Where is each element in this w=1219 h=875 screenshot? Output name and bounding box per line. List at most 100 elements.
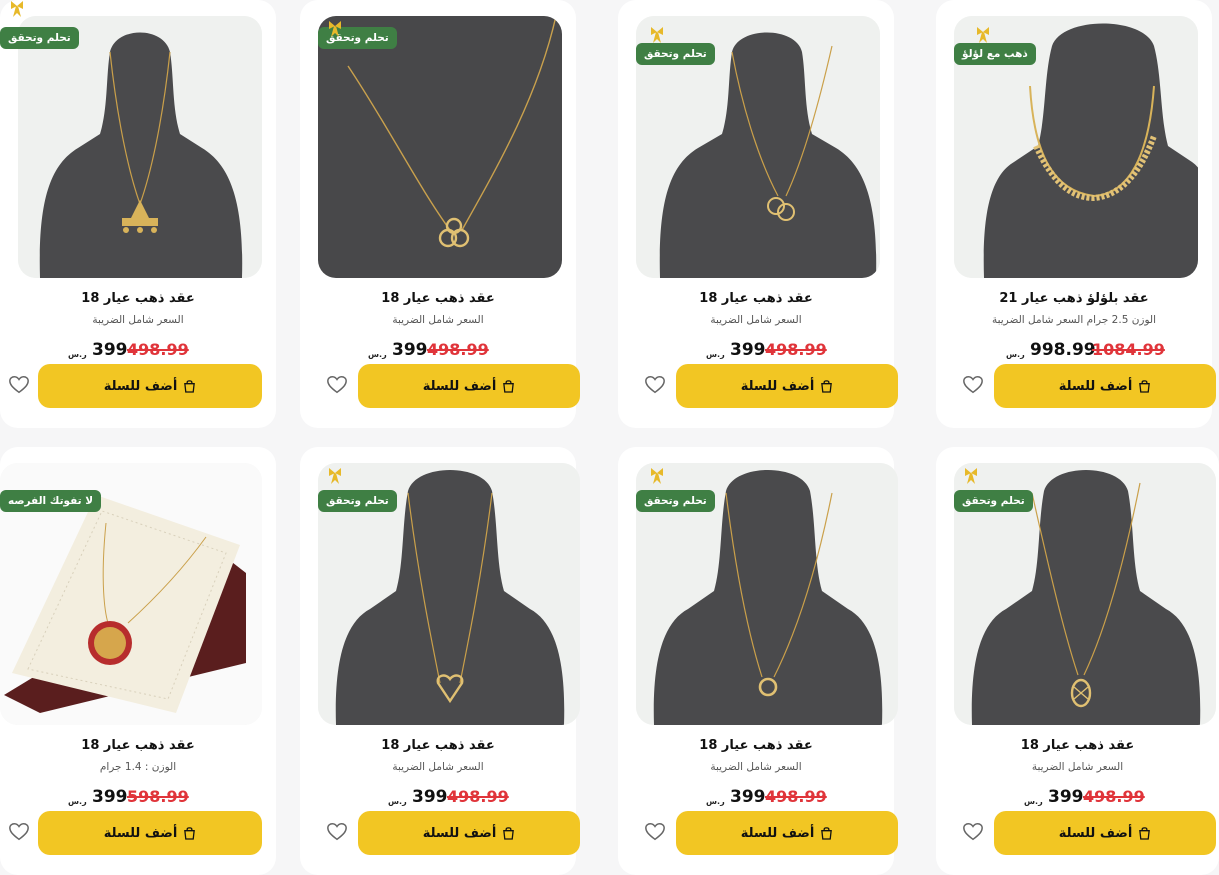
bow-icon	[651, 27, 663, 43]
sale-price: 399	[92, 787, 128, 807]
product-grid: تحلم وتحقق عقد ذهب عيار 18 السعر شامل ال…	[0, 0, 1219, 875]
original-price: 498.99	[765, 787, 827, 806]
heart-icon[interactable]	[8, 374, 30, 396]
currency-label: ر.س	[388, 797, 407, 806]
original-price: 498.99	[1083, 787, 1145, 806]
sale-price: 399	[392, 340, 428, 360]
price-row: ر.س 399 498.99	[618, 340, 894, 364]
promo-badge: تحلم وتحقق	[954, 490, 1033, 512]
product-card[interactable]: تحلم وتحقق عقد ذهب عيار 18 السعر شامل ال…	[0, 0, 276, 428]
bag-icon	[821, 827, 833, 840]
bag-icon	[184, 827, 196, 840]
price-row: ر.س 998.99 1084.99	[936, 340, 1212, 364]
add-to-cart-button[interactable]: أضف للسلة	[358, 811, 580, 855]
add-to-cart-label: أضف للسلة	[422, 378, 497, 394]
currency-label: ر.س	[68, 350, 87, 359]
product-card[interactable]: تحلم وتحقق عقد ذهب عيار 18 السعر شامل ال…	[936, 447, 1219, 875]
add-to-cart-button[interactable]: أضف للسلة	[676, 364, 898, 408]
add-to-cart-label: أضف للسلة	[103, 378, 178, 394]
add-to-cart-button[interactable]: أضف للسلة	[676, 811, 898, 855]
currency-label: ر.س	[706, 797, 725, 806]
add-to-cart-button[interactable]: أضف للسلة	[358, 364, 580, 408]
product-card[interactable]: تحلم وتحقق عقد ذهب عيار 18 السعر شامل ال…	[618, 447, 898, 875]
promo-badge: تحلم وتحقق	[318, 490, 397, 512]
original-price: 498.99	[765, 340, 827, 359]
heart-icon[interactable]	[962, 821, 984, 843]
promo-badge: تحلم وتحقق	[0, 27, 79, 49]
promo-badge: ذهب مع لؤلؤ	[954, 43, 1036, 65]
product-subtitle: السعر شامل الضريبة	[92, 314, 184, 326]
heart-icon[interactable]	[8, 821, 30, 843]
original-price: 498.99	[127, 340, 189, 359]
promo-badge: تحلم وتحقق	[636, 490, 715, 512]
product-card[interactable]: ذهب مع لؤلؤ عقد بلؤلؤ ذهب عيار 21 الوزن …	[936, 0, 1216, 428]
add-to-cart-label: أضف للسلة	[740, 378, 815, 394]
promo-badge: تحلم وتحقق	[636, 43, 715, 65]
product-card[interactable]: تحلم وتحقق عقد ذهب عيار 18 السعر شامل ال…	[618, 0, 898, 428]
price-row: ر.س 399 498.99	[618, 787, 894, 811]
sale-price: 399	[730, 787, 766, 807]
product-image[interactable]	[318, 16, 562, 278]
original-price: 498.99	[447, 787, 509, 806]
heart-icon[interactable]	[962, 374, 984, 396]
original-price: 498.99	[427, 340, 489, 359]
sale-price: 399	[730, 340, 766, 360]
add-to-cart-button[interactable]: أضف للسلة	[994, 364, 1216, 408]
bow-icon	[977, 27, 989, 43]
bow-icon	[651, 468, 663, 484]
original-price: 1084.99	[1092, 340, 1165, 359]
bag-icon	[184, 380, 196, 393]
original-price: 598.99	[127, 787, 189, 806]
heart-icon[interactable]	[644, 821, 666, 843]
price-row: ر.س 399 598.99	[0, 787, 276, 811]
bow-icon	[329, 468, 341, 484]
product-subtitle: الوزن 2.5 جرام السعر شامل الضريبة	[991, 314, 1157, 326]
sale-price: 399	[1048, 787, 1084, 807]
add-to-cart-button[interactable]: أضف للسلة	[994, 811, 1216, 855]
product-subtitle: السعر شامل الضريبة	[710, 761, 802, 773]
product-card[interactable]: لا تفوتك الفرصه عقد ذهب عيار 18 الوزن : …	[0, 447, 276, 875]
currency-label: ر.س	[368, 350, 387, 359]
product-title[interactable]: عقد ذهب عيار 18	[936, 738, 1219, 753]
price-row: ر.س 399 498.99	[300, 340, 576, 364]
add-to-cart-label: أضف للسلة	[740, 825, 815, 841]
product-title[interactable]: عقد ذهب عيار 18	[300, 291, 576, 306]
sale-price: 998.99	[1030, 340, 1096, 360]
add-to-cart-label: أضف للسلة	[1058, 825, 1133, 841]
price-row: ر.س 399 498.99	[936, 787, 1219, 811]
heart-icon[interactable]	[644, 374, 666, 396]
product-subtitle: السعر شامل الضريبة	[1031, 761, 1124, 773]
add-to-cart-label: أضف للسلة	[1058, 378, 1133, 394]
product-card[interactable]: تحلم وتحقق عقد ذهب عيار 18 السعر شامل ال…	[300, 447, 580, 875]
sale-price: 399	[412, 787, 448, 807]
add-to-cart-label: أضف للسلة	[422, 825, 497, 841]
bow-icon	[329, 21, 341, 37]
product-title[interactable]: عقد بلؤلؤ ذهب عيار 21	[936, 291, 1212, 306]
product-title[interactable]: عقد ذهب عيار 18	[300, 738, 576, 753]
heart-icon[interactable]	[326, 374, 348, 396]
currency-label: ر.س	[706, 350, 725, 359]
currency-label: ر.س	[1024, 797, 1043, 806]
add-to-cart-button[interactable]: أضف للسلة	[38, 364, 262, 408]
price-row: ر.س 399 498.99	[0, 340, 276, 364]
add-to-cart-button[interactable]: أضف للسلة	[38, 811, 262, 855]
promo-badge: لا تفوتك الفرصه	[0, 490, 102, 512]
bag-icon	[503, 827, 515, 840]
bag-icon	[821, 380, 833, 393]
product-card[interactable]: تحلم وتحقق عقد ذهب عيار 18 السعر شامل ال…	[300, 0, 580, 428]
sale-price: 399	[92, 340, 128, 360]
heart-icon[interactable]	[326, 821, 348, 843]
product-subtitle: الوزن : 1.4 جرام	[99, 761, 177, 773]
product-title[interactable]: عقد ذهب عيار 18	[0, 291, 276, 306]
bag-icon	[1139, 827, 1151, 840]
bag-icon	[1139, 380, 1151, 393]
bow-icon	[11, 1, 23, 17]
price-row: ر.س 399 498.99	[300, 787, 576, 811]
product-title[interactable]: عقد ذهب عيار 18	[618, 738, 894, 753]
add-to-cart-label: أضف للسلة	[103, 825, 178, 841]
product-image[interactable]	[18, 16, 262, 278]
currency-label: ر.س	[1006, 350, 1025, 359]
product-subtitle: السعر شامل الضريبة	[392, 761, 484, 773]
product-title[interactable]: عقد ذهب عيار 18	[618, 291, 894, 306]
product-title[interactable]: عقد ذهب عيار 18	[0, 738, 276, 753]
